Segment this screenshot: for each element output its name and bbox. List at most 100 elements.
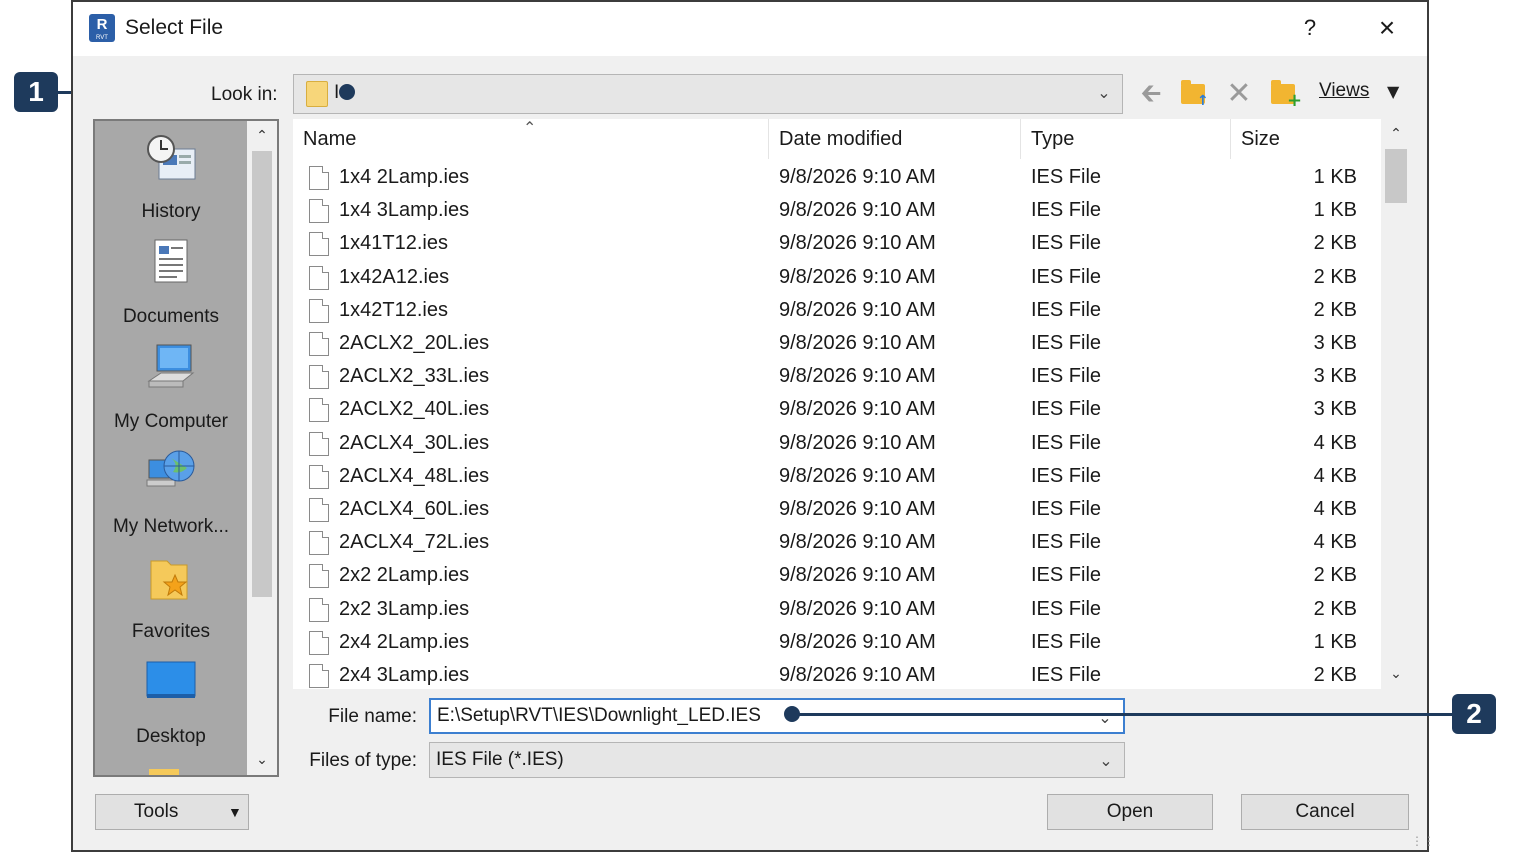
file-type: IES File bbox=[1031, 564, 1102, 587]
place-my-network[interactable]: My Network... bbox=[95, 436, 247, 541]
place-documents[interactable]: Documents bbox=[95, 226, 247, 331]
file-icon bbox=[309, 265, 329, 290]
tools-button[interactable]: Tools ▼ bbox=[95, 794, 249, 830]
chevron-down-icon[interactable]: ⌄ bbox=[247, 745, 277, 775]
open-button[interactable]: Open bbox=[1047, 794, 1213, 830]
file-name: 1x4 3Lamp.ies bbox=[339, 199, 470, 222]
help-button[interactable]: ? bbox=[1295, 12, 1325, 44]
file-row[interactable]: 2ACLX2_33L.ies 9/8/2026 9:10 AM IES File 3 … bbox=[293, 360, 1371, 393]
places-scrollbar[interactable]: ⌃ ⌄ bbox=[247, 121, 277, 775]
file-date: 9/8/2026 9:10 AM bbox=[779, 365, 936, 388]
file-icon bbox=[309, 531, 329, 556]
file-type-dropdown[interactable]: IES File (*.IES) ⌄ bbox=[429, 742, 1125, 778]
close-button[interactable]: × bbox=[1371, 12, 1403, 44]
file-type: IES File bbox=[1031, 431, 1102, 454]
file-row[interactable]: 2x4 3Lamp.ies 9/8/2026 9:10 AM IES File 2 K… bbox=[293, 659, 1371, 689]
chevron-down-icon[interactable]: ⌄ bbox=[1096, 751, 1116, 771]
file-size: 4 KB bbox=[1313, 531, 1357, 554]
file-size: 4 KB bbox=[1313, 498, 1357, 520]
file-name-input[interactable]: E:\Setup\RVT\IES\Downlight_LED.IES ⌄ bbox=[429, 698, 1125, 734]
desktop-icon bbox=[146, 661, 196, 698]
cancel-button[interactable]: Cancel bbox=[1241, 794, 1409, 830]
scroll-thumb[interactable] bbox=[252, 151, 272, 597]
place-my-computer[interactable]: My Computer bbox=[95, 331, 247, 436]
file-name-label: File name: bbox=[328, 706, 417, 727]
column-header-size[interactable]: Size bbox=[1231, 119, 1371, 159]
file-row[interactable]: 2ACLX4_48L.ies 9/8/2026 9:10 AM IES File 4 … bbox=[293, 460, 1371, 493]
file-row[interactable]: 2ACLX2_20L.ies 9/8/2026 9:10 AM IES File 3 … bbox=[293, 327, 1371, 360]
file-date: 9/8/2026 9:10 AM bbox=[779, 232, 936, 255]
file-name: 2x4 2Lamp.ies bbox=[339, 630, 470, 653]
file-size: 1 KB bbox=[1313, 199, 1357, 222]
sort-ascending-icon: ⌃ bbox=[523, 120, 537, 137]
look-in-dropdown[interactable]: I ⌄ bbox=[293, 74, 1123, 114]
place-desktop[interactable]: Desktop bbox=[95, 646, 247, 751]
file-icon bbox=[309, 597, 329, 622]
callout-line-2 bbox=[792, 713, 1454, 716]
file-icon bbox=[309, 166, 329, 190]
delete-icon[interactable]: ✕ bbox=[1223, 78, 1255, 110]
chevron-down-icon[interactable]: ⌄ bbox=[1095, 708, 1115, 728]
file-row[interactable]: 2x2 3Lamp.ies 9/8/2026 9:10 AM IES File 2 K… bbox=[293, 593, 1371, 626]
file-name: 2ACLX2_33L.ies bbox=[339, 365, 490, 388]
window-title: Select File bbox=[125, 16, 224, 39]
file-type: IES File bbox=[1031, 597, 1102, 620]
file-list-scrollbar[interactable]: ⌃ ⌄ bbox=[1381, 119, 1411, 689]
file-size: 2 KB bbox=[1313, 664, 1357, 686]
file-type: IES File bbox=[1031, 365, 1102, 388]
file-row[interactable]: 1x42A12.ies 9/8/2026 9:10 AM IES File 2 KB bbox=[293, 261, 1371, 294]
file-date: 9/8/2026 9:10 AM bbox=[779, 630, 936, 653]
views-dropdown-arrow-icon[interactable]: ▼ bbox=[1387, 82, 1399, 101]
new-folder-icon[interactable]: + bbox=[1267, 78, 1302, 110]
file-row[interactable]: 1x42T12.ies 9/8/2026 9:10 AM IES File 2 KB bbox=[293, 294, 1371, 327]
file-row[interactable]: 2ACLX4_30L.ies 9/8/2026 9:10 AM IES File 4 … bbox=[293, 427, 1371, 460]
file-row[interactable]: 2ACLX4_72L.ies 9/8/2026 9:10 AM IES File 4 … bbox=[293, 526, 1371, 559]
file-type: IES File bbox=[1031, 398, 1102, 421]
place-favorites[interactable]: Favorites bbox=[95, 541, 247, 646]
file-row[interactable]: 2x2 2Lamp.ies 9/8/2026 9:10 AM IES File 2 K… bbox=[293, 559, 1371, 592]
file-name: 1x4 2Lamp.ies bbox=[339, 166, 470, 188]
file-size: 4 KB bbox=[1313, 431, 1357, 454]
place-history[interactable]: History bbox=[95, 121, 247, 226]
file-name: 2x2 2Lamp.ies bbox=[339, 564, 470, 587]
my-computer-icon bbox=[147, 344, 195, 388]
file-rows: 1x4 2Lamp.ies 9/8/2026 9:10 AM IES File 1 K… bbox=[293, 161, 1371, 689]
chevron-down-icon[interactable]: ⌄ bbox=[1094, 83, 1114, 103]
caret-down-icon: ▼ bbox=[228, 804, 242, 820]
file-row[interactable]: 1x41T12.ies 9/8/2026 9:10 AM IES File 2 KB bbox=[293, 227, 1371, 260]
file-name: 1x42A12.ies bbox=[339, 265, 450, 288]
file-type: IES File bbox=[1031, 630, 1102, 653]
file-name-value: E:\Setup\RVT\IES\Downlight_LED.IES bbox=[437, 705, 761, 726]
back-arrow-icon[interactable]: 🡰 bbox=[1135, 78, 1167, 110]
file-name: 2x2 3Lamp.ies bbox=[339, 597, 470, 620]
file-row[interactable]: 2x4 2Lamp.ies 9/8/2026 9:10 AM IES File 1 K… bbox=[293, 626, 1371, 659]
file-type: IES File bbox=[1031, 332, 1102, 354]
file-row[interactable]: 2ACLX4_60L.ies 9/8/2026 9:10 AM IES File 4 … bbox=[293, 493, 1371, 526]
file-type-label: Files of type: bbox=[309, 750, 417, 771]
chevron-up-icon[interactable]: ⌃ bbox=[1381, 119, 1411, 149]
file-row[interactable]: 2ACLX2_40L.ies 9/8/2026 9:10 AM IES File 3 … bbox=[293, 393, 1371, 426]
file-row[interactable]: 1x4 2Lamp.ies 9/8/2026 9:10 AM IES File 1 K… bbox=[293, 161, 1371, 194]
views-button[interactable]: Views bbox=[1319, 80, 1369, 102]
file-type: IES File bbox=[1031, 298, 1102, 321]
file-type: IES File bbox=[1031, 265, 1102, 288]
scroll-thumb[interactable] bbox=[1385, 149, 1407, 203]
column-header-date[interactable]: Date modified bbox=[769, 119, 1021, 159]
folder-icon bbox=[149, 769, 179, 775]
up-one-level-icon[interactable]: ↑ bbox=[1177, 78, 1209, 110]
chevron-down-icon[interactable]: ⌄ bbox=[1381, 659, 1411, 689]
file-date: 9/8/2026 9:10 AM bbox=[779, 531, 936, 554]
revit-app-icon: R RVT bbox=[89, 14, 115, 42]
file-size: 2 KB bbox=[1313, 265, 1357, 288]
file-row[interactable]: 1x4 3Lamp.ies 9/8/2026 9:10 AM IES File 1 K… bbox=[293, 194, 1371, 227]
callout-badge-2: 2 bbox=[1452, 694, 1496, 734]
callout-badge-1: 1 bbox=[14, 72, 58, 112]
column-header-type[interactable]: Type bbox=[1021, 119, 1231, 159]
file-name: 2ACLX4_30L.ies bbox=[339, 431, 490, 454]
column-header-name[interactable]: Name ⌃ bbox=[293, 119, 769, 159]
file-name: 1x41T12.ies bbox=[339, 232, 448, 255]
resize-grip-icon[interactable]: ⋮⋮ bbox=[1411, 834, 1435, 848]
chevron-up-icon[interactable]: ⌃ bbox=[247, 121, 277, 151]
history-icon bbox=[147, 135, 196, 180]
network-icon bbox=[146, 450, 195, 487]
